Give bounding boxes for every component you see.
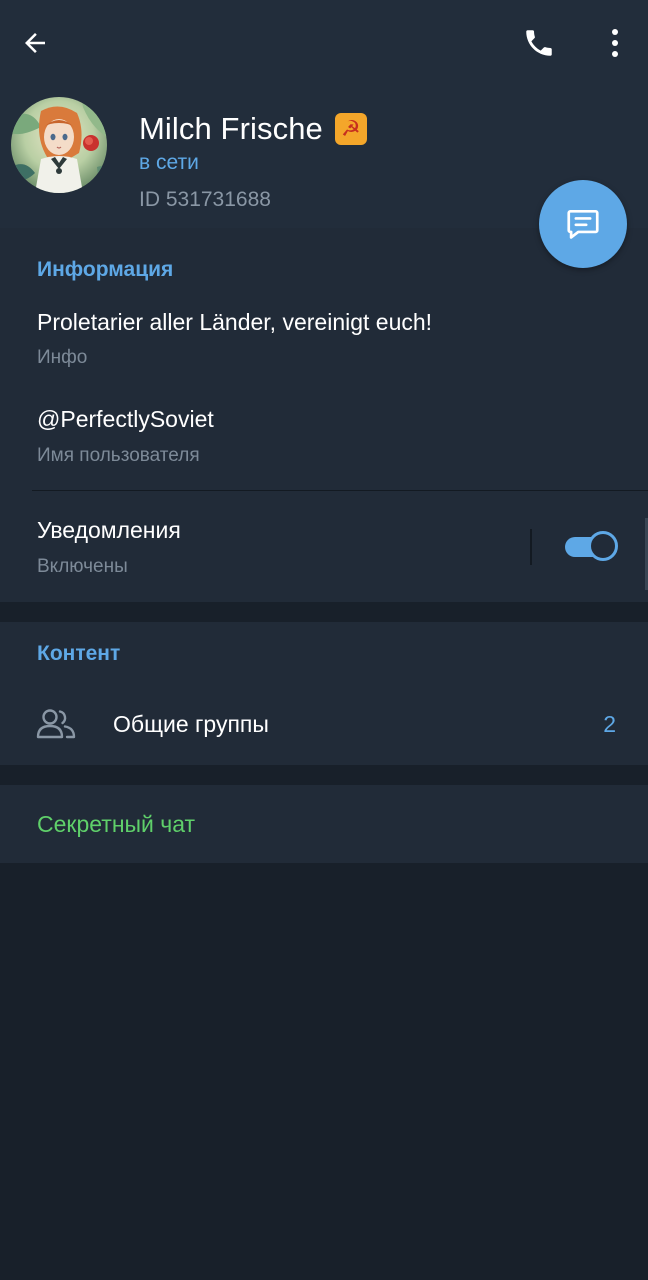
common-groups-row[interactable]: Общие группы 2 <box>0 685 648 765</box>
phone-icon <box>526 30 552 56</box>
info-section-title: Информация <box>37 258 174 281</box>
more-options-button[interactable] <box>596 20 634 66</box>
more-vertical-icon <box>612 29 618 57</box>
toggle-knob <box>588 531 618 561</box>
profile-name-row: Milch Frische ☭ <box>139 108 367 150</box>
users-icon <box>36 709 76 739</box>
message-icon <box>567 209 599 239</box>
online-status: в сети <box>139 151 199 174</box>
username-text[interactable]: @PerfectlySoviet <box>37 406 214 433</box>
info-section: Информация Proletarier aller Länder, ver… <box>0 228 648 602</box>
secret-chat-section: Секретный чат <box>0 785 648 863</box>
content-section-title: Контент <box>37 642 121 665</box>
notifications-status: Включены <box>37 556 128 577</box>
hammer-sickle-emoji: ☭ <box>334 113 367 145</box>
user-id[interactable]: ID 531731688 <box>139 188 271 212</box>
avatar[interactable] <box>11 97 107 193</box>
notifications-label[interactable]: Уведомления <box>37 517 181 544</box>
username-label: Имя пользователя <box>37 445 200 466</box>
call-button[interactable] <box>516 20 562 66</box>
divider <box>32 490 648 491</box>
back-button[interactable] <box>14 22 56 64</box>
notifications-toggle[interactable] <box>563 530 621 564</box>
profile-name: Milch Frische <box>139 111 323 146</box>
send-message-button[interactable] <box>539 180 627 268</box>
bio-label: Инфо <box>37 347 88 368</box>
secret-chat-button[interactable]: Секретный чат <box>37 811 195 838</box>
content-section: Контент Общие группы 2 <box>0 622 648 765</box>
common-groups-label: Общие группы <box>113 711 269 737</box>
anime-girl-avatar <box>11 97 107 193</box>
bio-text[interactable]: Proletarier aller Länder, vereinigt euch… <box>37 309 432 336</box>
arrow-left-icon <box>25 33 45 53</box>
common-groups-count: 2 <box>603 711 616 737</box>
vertical-divider <box>530 529 532 565</box>
